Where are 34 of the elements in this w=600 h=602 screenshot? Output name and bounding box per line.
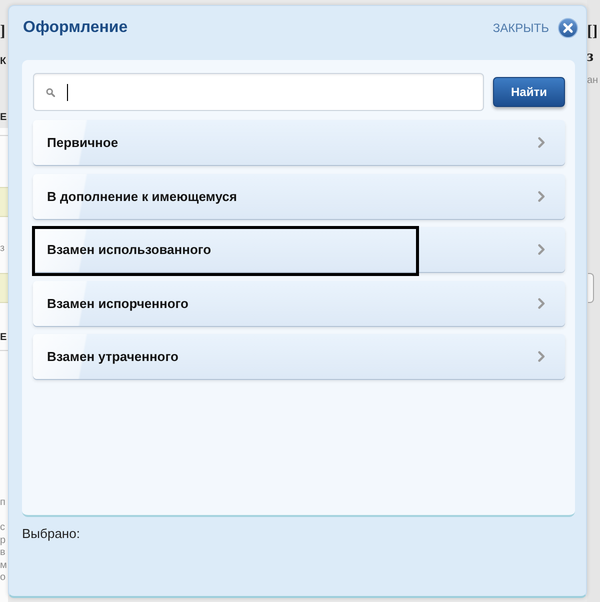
- chevron-icon: [538, 137, 545, 148]
- page-text: з: [587, 48, 594, 66]
- chevron-icon: [538, 298, 545, 308]
- page-text: Е: [0, 332, 7, 344]
- search-field[interactable]: [33, 73, 484, 111]
- chevron-icon: [538, 190, 545, 202]
- table-row: [0, 273, 8, 303]
- page-text: К: [0, 55, 6, 69]
- selected-label: Выбрано:: [22, 526, 81, 542]
- dialog-title: Оформление: [22, 19, 128, 37]
- list-item[interactable]: Взамен утраченного: [33, 334, 565, 379]
- page-text: р: [0, 535, 6, 547]
- page-text: с: [0, 522, 5, 534]
- page-text: Е: [0, 112, 7, 124]
- page-text: ]: [0, 23, 6, 41]
- find-button[interactable]: Найти: [493, 77, 565, 107]
- page-text: з: [0, 243, 5, 255]
- side-tab-handle[interactable]: [588, 273, 594, 303]
- page-text: о: [0, 572, 6, 584]
- page-text: []: [587, 23, 598, 41]
- chevron-icon: [538, 244, 545, 255]
- close-link[interactable]: ЗАКРЫТЬ: [492, 21, 549, 35]
- list-item[interactable]: В дополнение к имеющемуся: [33, 174, 565, 218]
- close-icon[interactable]: [558, 18, 578, 38]
- search-icon: [46, 88, 55, 96]
- list-item[interactable]: Взамен испорченного: [33, 280, 565, 326]
- list-item[interactable]: Взамен использованного: [33, 227, 565, 272]
- page-text: ан: [587, 75, 598, 87]
- page-text: м: [0, 560, 7, 572]
- page-text: п: [0, 497, 6, 509]
- page-text: в: [0, 547, 6, 559]
- list-item[interactable]: Первичное: [33, 120, 565, 165]
- chevron-icon: [538, 351, 545, 362]
- table-row: [0, 187, 8, 217]
